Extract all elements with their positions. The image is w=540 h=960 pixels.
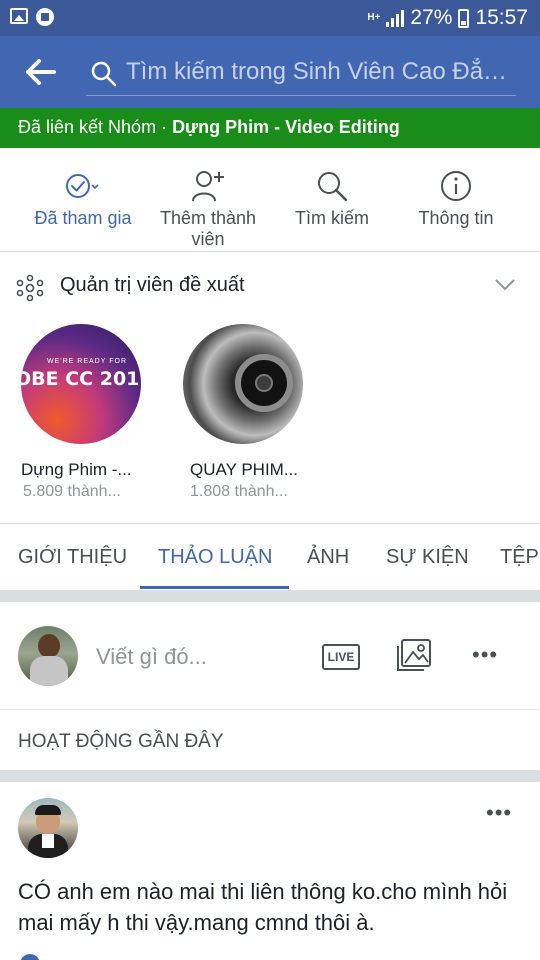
admin-suggestions-header[interactable]: Quản trị viên đề xuất — [0, 252, 540, 320]
post-more-button[interactable]: ••• — [486, 800, 512, 826]
search-label: Tìm kiếm — [295, 208, 369, 228]
divider — [0, 590, 540, 602]
feed-post: ••• CÓ anh em nào mai thi liên thông ko.… — [0, 782, 540, 960]
clock: 15:57 — [475, 6, 528, 29]
group-name[interactable]: Dựng Phim -... — [21, 460, 165, 480]
info-label: Thông tin — [418, 208, 494, 228]
reaction-icon — [20, 954, 40, 960]
top-bar: Tìm kiếm trong Sinh Viên Cao Đẳn... — [0, 36, 540, 108]
live-button[interactable]: LIVE — [322, 644, 360, 670]
avatar[interactable] — [18, 798, 78, 858]
search-button[interactable]: Tìm kiếm — [267, 168, 397, 229]
tab-events[interactable]: SỰ KIỆN — [386, 546, 469, 569]
linked-group-name[interactable]: Dựng Phim - Video Editing — [172, 117, 400, 137]
linked-group-bar[interactable]: Đã liên kết Nhóm · Dựng Phim - Video Edi… — [0, 108, 540, 148]
joined-label: Đã tham gia — [34, 208, 132, 228]
group-cover-image[interactable]: WE'RE READY FOR OBE CC 201 — [21, 324, 141, 444]
admin-suggestions-title: Quản trị viên đề xuất — [60, 274, 245, 296]
group-cover-image[interactable] — [183, 324, 303, 444]
tab-discussion[interactable]: THẢO LUẬN — [158, 546, 272, 569]
post-composer: Viết gì đó... LIVE ••• — [0, 602, 540, 710]
chevron-down-icon[interactable] — [494, 278, 516, 292]
divider — [0, 770, 540, 782]
suggested-groups: WE'RE READY FOR OBE CC 201 Dựng Phim -..… — [0, 320, 540, 524]
info-icon — [441, 171, 471, 201]
add-member-button[interactable]: Thêm thành viên — [143, 168, 273, 250]
tab-files[interactable]: TỆP — [500, 546, 539, 569]
tab-photos[interactable]: ẢNH — [307, 546, 349, 569]
add-member-label: Thêm thành viên — [159, 208, 257, 249]
composer-input[interactable]: Viết gì đó... — [96, 644, 207, 670]
group-actions: Đã tham gia Thêm thành viên Tìm kiếm Thô… — [0, 148, 540, 252]
check-circle-icon — [66, 174, 99, 198]
group-members: 5.809 thành... — [23, 483, 121, 500]
group-card[interactable]: WE'RE READY FOR OBE CC 201 Dựng Phim -..… — [15, 324, 165, 501]
search-placeholder: Tìm kiếm trong Sinh Viên Cao Đẳn... — [126, 58, 512, 85]
group-name[interactable]: QUAY PHIM... — [190, 460, 327, 480]
linked-group-prefix: Đã liên kết Nhóm · — [18, 117, 173, 137]
network-type: H+ — [367, 12, 381, 23]
battery-percent: 27% — [410, 6, 453, 29]
info-button[interactable]: Thông tin — [391, 168, 521, 229]
group-search-input[interactable]: Tìm kiếm trong Sinh Viên Cao Đẳn... — [86, 52, 516, 96]
post-text: CÓ anh em nào mai thi liên thông ko.cho … — [18, 879, 508, 935]
recent-activity-title: HOẠT ĐỘNG GẦN ĐÂY — [18, 731, 224, 752]
messenger-notification-icon — [36, 8, 54, 26]
joined-button[interactable]: Đã tham gia — [18, 168, 148, 229]
active-tab-indicator — [140, 586, 289, 589]
back-button[interactable] — [24, 56, 60, 88]
group-members: 1.808 thành... — [190, 483, 288, 500]
search-icon — [91, 61, 117, 87]
network-icon — [16, 274, 44, 302]
add-person-icon — [192, 171, 224, 202]
photo-icon[interactable] — [396, 638, 432, 672]
battery-icon — [458, 8, 470, 28]
gallery-notification-icon — [10, 8, 28, 24]
status-bar: H+ 27% 15:57 — [0, 0, 540, 36]
tab-about[interactable]: GIỚI THIỆU — [18, 546, 127, 569]
back-arrow-icon — [26, 59, 56, 85]
avatar[interactable] — [18, 626, 78, 686]
more-options-button[interactable]: ••• — [472, 642, 498, 668]
search-icon — [318, 172, 348, 202]
group-card[interactable]: QUAY PHIM... 1.808 thành... — [177, 324, 327, 501]
group-tabs: GIỚI THIỆU THẢO LUẬN ẢNH SỰ KIỆN TỆP — [0, 524, 540, 590]
signal-icon — [386, 9, 405, 27]
recent-activity-header: HOẠT ĐỘNG GẦN ĐÂY — [0, 710, 540, 770]
